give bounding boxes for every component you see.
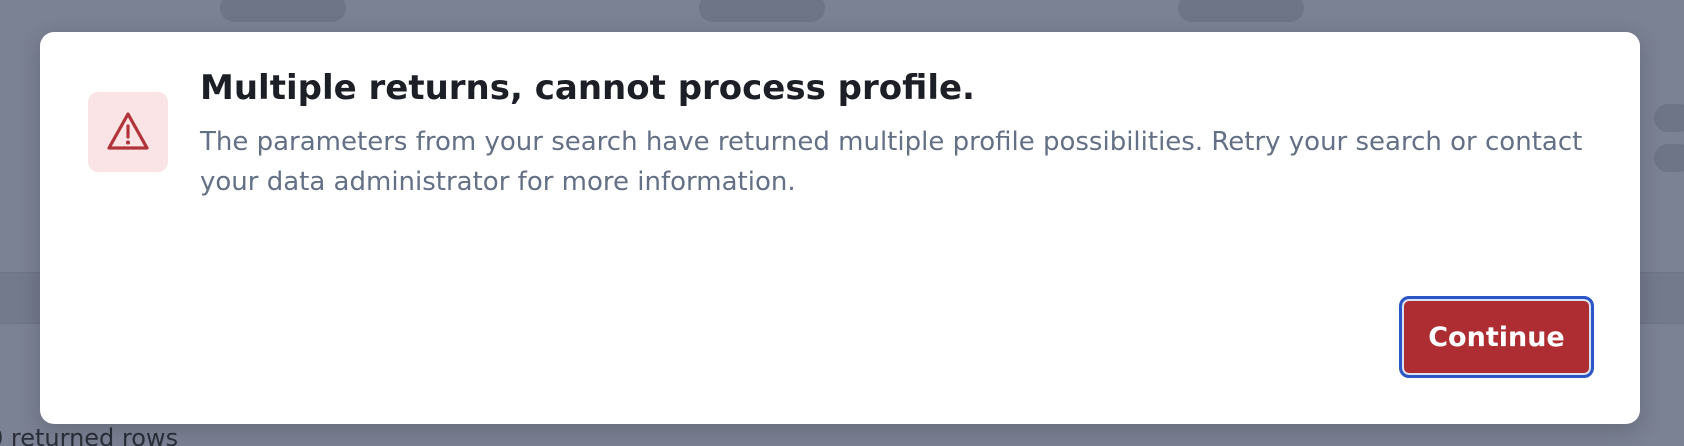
warning-triangle-icon [107,112,149,150]
background-tab-pill [699,0,825,22]
background-tab-pill [220,0,346,22]
returned-rows-count: 0 returned rows [0,424,179,446]
dialog-message: The parameters from your search have ret… [200,127,1583,197]
background-control-pill [1654,144,1684,172]
background-tab-pill [1178,0,1304,22]
continue-button[interactable]: Continue [1399,296,1594,378]
error-dialog: Multiple returns, cannot process profile… [40,32,1640,424]
dialog-title: Multiple returns, cannot process profile… [200,68,975,108]
background-control-pill [1654,104,1684,132]
warning-badge [88,92,168,172]
